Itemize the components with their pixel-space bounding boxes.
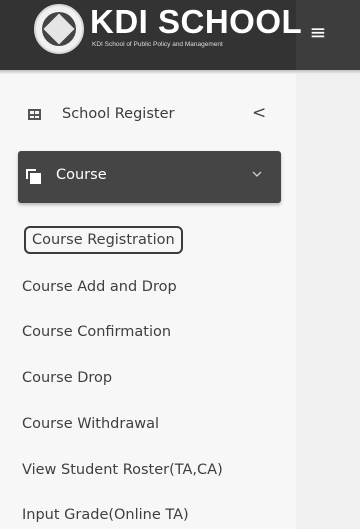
logo-subtitle: KDI School of Public Policy and Manageme… (92, 41, 223, 48)
sidebar-item-course[interactable]: Course (18, 151, 281, 203)
submenu-view-student-roster[interactable]: View Student Roster(TA,CA) (22, 455, 223, 485)
logo-link[interactable]: KDI SCHOOL KDI School of Public Policy a… (34, 2, 302, 56)
page: KDI SCHOOL KDI School of Public Policy a… (0, 0, 360, 529)
sidebar-item-school-register[interactable]: School Register < (0, 95, 296, 135)
top-header: KDI SCHOOL KDI School of Public Policy a… (0, 0, 360, 70)
sidebar-item-label: School Register (62, 106, 175, 122)
copy-stack-icon (26, 169, 42, 185)
chevron-left-icon: < (252, 103, 267, 123)
kdi-school-emblem-icon (34, 4, 84, 54)
main-content-area (296, 74, 360, 529)
submenu-course-withdrawal[interactable]: Course Withdrawal (22, 409, 159, 439)
chevron-down-icon (252, 171, 262, 177)
submenu-course-add-drop[interactable]: Course Add and Drop (22, 272, 177, 302)
sidebar-item-label: Course (56, 167, 107, 183)
hamburger-menu-icon[interactable]: ≡ (308, 22, 328, 42)
submenu-course-registration[interactable]: Course Registration (24, 226, 183, 254)
sidebar-nav: School Register < Course Course Registra… (0, 74, 296, 529)
submenu-course-drop[interactable]: Course Drop (22, 363, 112, 393)
table-grid-icon (28, 109, 41, 120)
sidebar-header: KDI SCHOOL KDI School of Public Policy a… (0, 0, 302, 70)
logo-title: KDI SCHOOL (90, 3, 303, 40)
submenu-course-confirmation[interactable]: Course Confirmation (22, 317, 171, 347)
submenu-input-grade[interactable]: Input Grade(Online TA) (22, 500, 189, 529)
